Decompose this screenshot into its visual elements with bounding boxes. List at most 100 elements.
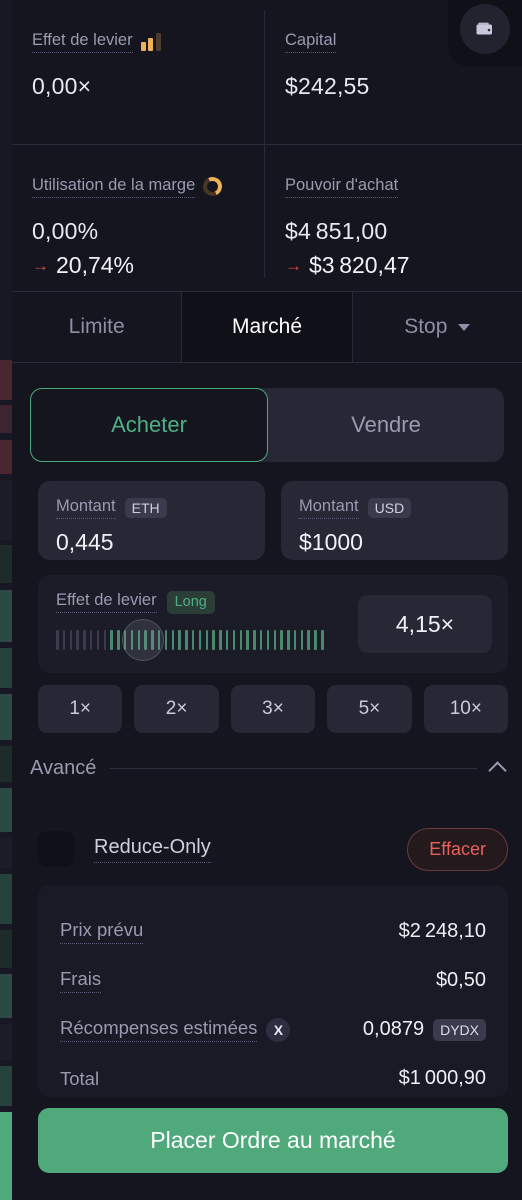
- order-summary: Prix prévu $2 248,10 Frais $0,50 Récompenses…: [38, 885, 508, 1097]
- leverage-tick: [246, 630, 249, 650]
- tab-stop-label: Stop: [404, 315, 448, 338]
- wallet-button[interactable]: [448, 0, 522, 66]
- leverage-tick: [219, 630, 222, 650]
- leverage-tick: [314, 630, 317, 650]
- stat-leverage[interactable]: Effet de levier 0,00×: [12, 0, 264, 144]
- leverage-preset-3[interactable]: 3×: [230, 685, 316, 733]
- summary-row-label: Frais: [60, 968, 102, 993]
- wallet-icon: [460, 4, 510, 54]
- leverage-preset-4[interactable]: 5×: [327, 685, 412, 733]
- summary-row-value: $2 248,10: [399, 920, 486, 943]
- side-toggle: Acheter Vendre: [30, 388, 504, 462]
- summary-row-value: $1 000,90: [399, 1067, 486, 1090]
- background-orderbook-strip: [0, 0, 12, 1200]
- tab-limit-label: Limite: [68, 315, 125, 338]
- leverage-tick: [164, 630, 168, 650]
- stat-margin-usage-value: 0,00%: [32, 218, 99, 244]
- amount-quote-value: $1000: [299, 529, 363, 555]
- tab-market[interactable]: Marché: [182, 292, 353, 362]
- leverage-preset-row: 1× 2× 3× 5× 10×: [38, 685, 509, 733]
- leverage-tick: [321, 630, 324, 650]
- summary-row: Récompenses estimées X 0,0879 DYDX: [60, 1005, 486, 1054]
- advanced-title: Avancé: [30, 756, 97, 779]
- sell-button-label: Vendre: [351, 412, 421, 437]
- summary-row-amount: $2 248,10: [398, 920, 486, 942]
- stat-equity-label: Capital: [285, 30, 337, 53]
- leverage-tick: [280, 630, 283, 650]
- amount-input-quote[interactable]: Montant USD $1000: [281, 481, 508, 560]
- leverage-tick: [300, 630, 304, 650]
- leverage-tick: [287, 630, 290, 650]
- bar-chart-icon: [140, 32, 161, 51]
- leverage-tick: [69, 630, 73, 650]
- amount-base-label: Montant: [56, 497, 116, 519]
- leverage-tick: [185, 630, 188, 650]
- summary-row: Frais $0,50: [60, 956, 486, 1005]
- sell-button[interactable]: Vendre: [268, 388, 504, 462]
- summary-row-value: $0,50: [436, 969, 486, 992]
- summary-row-label: Prix prévu: [60, 919, 144, 944]
- advanced-divider: [110, 767, 477, 769]
- leverage-tick: [293, 630, 297, 650]
- summary-row-label: Total: [60, 1067, 100, 1089]
- amount-input-base[interactable]: Montant ETH 0,445: [38, 481, 265, 560]
- leverage-slider-thumb[interactable]: [122, 619, 164, 661]
- leverage-label: Effet de levier: [56, 591, 157, 614]
- buy-button[interactable]: Acheter: [30, 388, 268, 462]
- stat-margin-usage-projected: → 20,74%: [32, 252, 135, 278]
- leverage-tick: [110, 630, 113, 650]
- summary-row-token: DYDX: [433, 1018, 486, 1041]
- leverage-tick: [191, 630, 195, 650]
- leverage-tick: [198, 630, 202, 650]
- arrow-right-icon: →: [285, 256, 302, 275]
- summary-row-amount: 0,0879: [362, 1018, 425, 1040]
- stat-buying-power[interactable]: Pouvoir d'achat $4 851,00 → $3 820,47: [265, 145, 517, 289]
- leverage-tick: [253, 630, 256, 650]
- reduce-only-label: Reduce-Only: [94, 836, 211, 863]
- leverage-value-display[interactable]: 4,15×: [358, 595, 492, 653]
- stat-leverage-label: Effet de levier: [32, 30, 133, 53]
- stat-margin-usage-label: Utilisation de la marge: [32, 175, 196, 198]
- leverage-control: Effet de levier Long 4,15×: [38, 575, 508, 673]
- leverage-tick: [76, 630, 79, 650]
- leverage-tick: [273, 630, 276, 650]
- leverage-tick: [83, 630, 86, 650]
- stat-margin-usage[interactable]: Utilisation de la marge 0,00% → 20,74%: [12, 145, 264, 289]
- place-order-button[interactable]: Placer Ordre au marché: [38, 1108, 508, 1173]
- reduce-only-row: Reduce-Only Effacer: [38, 820, 508, 878]
- leverage-preset-2[interactable]: 2×: [134, 685, 219, 733]
- leverage-tick: [171, 630, 175, 650]
- chevron-up-icon[interactable]: [488, 760, 507, 780]
- tab-stop[interactable]: Stop: [353, 292, 522, 362]
- leverage-tick: [89, 630, 93, 650]
- summary-row: Prix prévu $2 248,10: [60, 907, 486, 956]
- reduce-only-checkbox[interactable]: [38, 831, 74, 867]
- dydx-token-icon: X: [266, 1017, 291, 1042]
- leverage-preset-5[interactable]: 10×: [423, 685, 509, 733]
- leverage-tick: [266, 630, 270, 650]
- leverage-slider[interactable]: [56, 629, 372, 651]
- leverage-tick: [178, 630, 181, 650]
- leverage-tick: [62, 630, 66, 650]
- leverage-tick: [239, 630, 243, 650]
- leverage-tick: [205, 630, 209, 650]
- advanced-section-header[interactable]: Avancé: [30, 753, 507, 783]
- summary-row-amount: $1 000,90: [398, 1067, 486, 1089]
- amount-quote-unit: USD: [367, 498, 412, 518]
- tab-limit[interactable]: Limite: [12, 292, 183, 362]
- trade-panel: Effet de levier 0,00× Capital $242,55 Ut…: [0, 0, 522, 1200]
- tab-market-label: Marché: [231, 315, 302, 338]
- leverage-tick: [212, 630, 215, 650]
- leverage-tick: [259, 630, 263, 650]
- stat-buying-power-value: $4 851,00: [285, 218, 388, 244]
- donut-gauge-icon: [200, 174, 225, 199]
- leverage-preset-1[interactable]: 1×: [38, 685, 123, 733]
- leverage-value: 4,15×: [395, 610, 455, 637]
- summary-row-amount: $0,50: [435, 969, 486, 991]
- clear-button[interactable]: Effacer: [407, 827, 508, 871]
- order-type-tabs: Limite Marché Stop: [12, 291, 522, 363]
- amount-base-unit: ETH: [124, 498, 167, 518]
- arrow-right-icon: →: [32, 256, 49, 275]
- stat-buying-power-label: Pouvoir d'achat: [285, 175, 399, 198]
- buy-button-label: Acheter: [111, 412, 187, 437]
